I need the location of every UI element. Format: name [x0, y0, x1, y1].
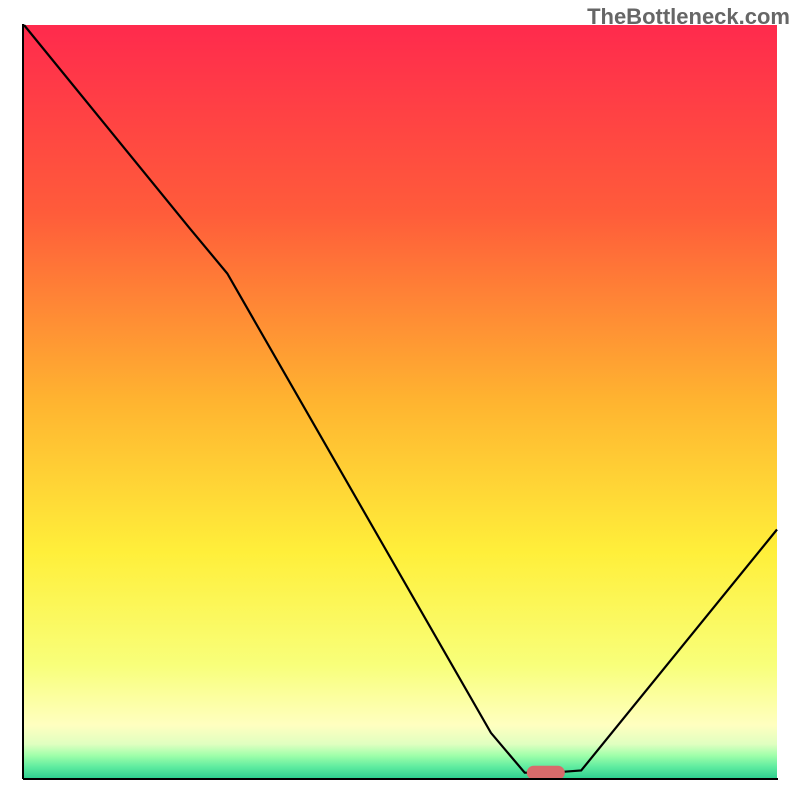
plot-background — [24, 25, 777, 778]
chart-container: TheBottleneck.com — [0, 0, 800, 800]
minimum-marker — [527, 766, 565, 780]
chart-svg — [0, 0, 800, 800]
watermark-text: TheBottleneck.com — [587, 4, 790, 30]
